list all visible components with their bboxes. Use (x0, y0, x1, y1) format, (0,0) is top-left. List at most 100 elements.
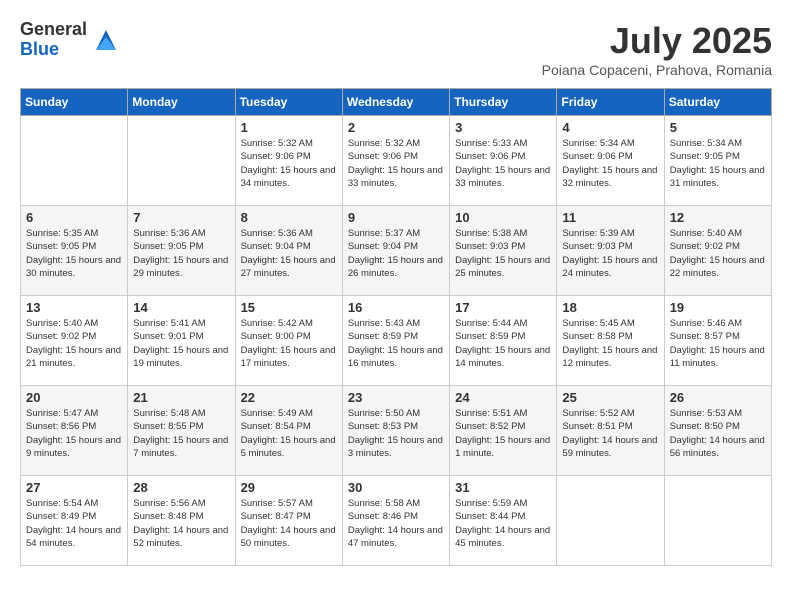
day-number: 16 (348, 300, 444, 315)
day-number: 17 (455, 300, 551, 315)
calendar-cell: 27 Sunrise: 5:54 AM Sunset: 8:49 PM Dayli… (21, 476, 128, 566)
day-number: 15 (241, 300, 337, 315)
calendar-cell (664, 476, 771, 566)
title-block: July 2025 Poiana Copaceni, Prahova, Roma… (542, 20, 772, 78)
calendar-cell: 19Sunrise: 5:46 AM Sunset: 8:57 PM Dayli… (664, 296, 771, 386)
day-number: 19 (670, 300, 766, 315)
calendar-cell: 14Sunrise: 5:41 AM Sunset: 9:01 PM Dayli… (128, 296, 235, 386)
header-day: Sunday (21, 89, 128, 116)
day-number: 29 (241, 480, 337, 495)
day-number: 21 (133, 390, 229, 405)
header-day: Friday (557, 89, 664, 116)
calendar-cell: 11 Sunrise: 5:39 AM Sunset: 9:03 PM Dayli… (557, 206, 664, 296)
day-info: Sunrise: 5:50 AM Sunset: 8:53 PM Dayligh… (348, 407, 444, 460)
day-number: 10 (455, 210, 551, 225)
day-number: 2 (348, 120, 444, 135)
day-info: Sunrise: 5:53 AM Sunset: 8:50 PM Dayligh… (670, 407, 766, 460)
location: Poiana Copaceni, Prahova, Romania (542, 62, 772, 78)
header-day: Monday (128, 89, 235, 116)
day-info: Sunrise: 5:44 AM Sunset: 8:59 PM Dayligh… (455, 317, 551, 370)
calendar-cell: 30Sunrise: 5:58 AM Sunset: 8:46 PM Dayli… (342, 476, 449, 566)
day-number: 23 (348, 390, 444, 405)
day-number: 13 (26, 300, 122, 315)
calendar-cell: 7Sunrise: 5:36 AM Sunset: 9:05 PM Daylig… (128, 206, 235, 296)
calendar-cell: 1 Sunrise: 5:32 AM Sunset: 9:06 PM Daylig… (235, 116, 342, 206)
calendar-cell: 24 Sunrise: 5:51 AM Sunset: 8:52 PM Dayli… (450, 386, 557, 476)
logo: General Blue (20, 20, 121, 60)
day-number: 27 (26, 480, 122, 495)
day-number: 9 (348, 210, 444, 225)
calendar-table: SundayMondayTuesdayWednesdayThursdayFrid… (20, 88, 772, 566)
day-number: 24 (455, 390, 551, 405)
calendar-cell: 20 Sunrise: 5:47 AM Sunset: 8:56 PM Dayli… (21, 386, 128, 476)
day-info: Sunrise: 5:37 AM Sunset: 9:04 PM Dayligh… (348, 227, 444, 280)
day-info: Sunrise: 5:49 AM Sunset: 8:54 PM Dayligh… (241, 407, 337, 460)
day-info: Sunrise: 5:34 AM Sunset: 9:06 PM Dayligh… (562, 137, 658, 190)
calendar-week-row: 6Sunrise: 5:35 AM Sunset: 9:05 PM Daylig… (21, 206, 772, 296)
day-info: Sunrise: 5:48 AM Sunset: 8:55 PM Dayligh… (133, 407, 229, 460)
day-info: Sunrise: 5:45 AM Sunset: 8:58 PM Dayligh… (562, 317, 658, 370)
calendar-week-row: 1 Sunrise: 5:32 AM Sunset: 9:06 PM Daylig… (21, 116, 772, 206)
calendar-cell: 3Sunrise: 5:33 AM Sunset: 9:06 PM Daylig… (450, 116, 557, 206)
day-number: 26 (670, 390, 766, 405)
calendar-week-row: 20 Sunrise: 5:47 AM Sunset: 8:56 PM Dayli… (21, 386, 772, 476)
day-info: Sunrise: 5:52 AM Sunset: 8:51 PM Dayligh… (562, 407, 658, 460)
calendar-cell: 12 Sunrise: 5:40 AM Sunset: 9:02 PM Dayli… (664, 206, 771, 296)
calendar-cell: 16 Sunrise: 5:43 AM Sunset: 8:59 PM Dayli… (342, 296, 449, 386)
day-info: Sunrise: 5:32 AM Sunset: 9:06 PM Dayligh… (241, 137, 337, 190)
calendar-cell (21, 116, 128, 206)
day-number: 18 (562, 300, 658, 315)
day-number: 3 (455, 120, 551, 135)
day-info: Sunrise: 5:36 AM Sunset: 9:04 PM Dayligh… (241, 227, 337, 280)
header-day: Tuesday (235, 89, 342, 116)
day-number: 4 (562, 120, 658, 135)
header-row: SundayMondayTuesdayWednesdayThursdayFrid… (21, 89, 772, 116)
day-number: 25 (562, 390, 658, 405)
day-info: Sunrise: 5:59 AM Sunset: 8:44 PM Dayligh… (455, 497, 551, 550)
day-info: Sunrise: 5:57 AM Sunset: 8:47 PM Dayligh… (241, 497, 337, 550)
day-info: Sunrise: 5:40 AM Sunset: 9:02 PM Dayligh… (670, 227, 766, 280)
day-info: Sunrise: 5:32 AM Sunset: 9:06 PM Dayligh… (348, 137, 444, 190)
logo-general-text: General (20, 20, 87, 40)
day-number: 20 (26, 390, 122, 405)
day-info: Sunrise: 5:34 AM Sunset: 9:05 PM Dayligh… (670, 137, 766, 190)
logo-blue-text: Blue (20, 40, 87, 60)
day-info: Sunrise: 5:39 AM Sunset: 9:03 PM Dayligh… (562, 227, 658, 280)
day-info: Sunrise: 5:58 AM Sunset: 8:46 PM Dayligh… (348, 497, 444, 550)
calendar-cell: 17 Sunrise: 5:44 AM Sunset: 8:59 PM Dayli… (450, 296, 557, 386)
day-number: 5 (670, 120, 766, 135)
header-day: Thursday (450, 89, 557, 116)
calendar-cell: 5 Sunrise: 5:34 AM Sunset: 9:05 PM Daylig… (664, 116, 771, 206)
day-number: 11 (562, 210, 658, 225)
header-day: Saturday (664, 89, 771, 116)
calendar-cell: 8Sunrise: 5:36 AM Sunset: 9:04 PM Daylig… (235, 206, 342, 296)
calendar-cell: 10 Sunrise: 5:38 AM Sunset: 9:03 PM Dayli… (450, 206, 557, 296)
logo-icon (91, 25, 121, 55)
day-info: Sunrise: 5:38 AM Sunset: 9:03 PM Dayligh… (455, 227, 551, 280)
calendar-cell: 9 Sunrise: 5:37 AM Sunset: 9:04 PM Daylig… (342, 206, 449, 296)
day-info: Sunrise: 5:47 AM Sunset: 8:56 PM Dayligh… (26, 407, 122, 460)
day-number: 28 (133, 480, 229, 495)
day-info: Sunrise: 5:54 AM Sunset: 8:49 PM Dayligh… (26, 497, 122, 550)
day-number: 12 (670, 210, 766, 225)
calendar-cell: 2 Sunrise: 5:32 AM Sunset: 9:06 PM Daylig… (342, 116, 449, 206)
calendar-cell: 18 Sunrise: 5:45 AM Sunset: 8:58 PM Dayli… (557, 296, 664, 386)
calendar-cell: 23 Sunrise: 5:50 AM Sunset: 8:53 PM Dayli… (342, 386, 449, 476)
day-number: 31 (455, 480, 551, 495)
day-info: Sunrise: 5:51 AM Sunset: 8:52 PM Dayligh… (455, 407, 551, 460)
calendar-cell: 21 Sunrise: 5:48 AM Sunset: 8:55 PM Dayli… (128, 386, 235, 476)
calendar-cell (128, 116, 235, 206)
header-day: Wednesday (342, 89, 449, 116)
day-number: 1 (241, 120, 337, 135)
day-info: Sunrise: 5:40 AM Sunset: 9:02 PM Dayligh… (26, 317, 122, 370)
calendar-cell: 6Sunrise: 5:35 AM Sunset: 9:05 PM Daylig… (21, 206, 128, 296)
calendar-cell: 26 Sunrise: 5:53 AM Sunset: 8:50 PM Dayli… (664, 386, 771, 476)
calendar-cell: 15Sunrise: 5:42 AM Sunset: 9:00 PM Dayli… (235, 296, 342, 386)
day-info: Sunrise: 5:43 AM Sunset: 8:59 PM Dayligh… (348, 317, 444, 370)
calendar-cell: 13 Sunrise: 5:40 AM Sunset: 9:02 PM Dayli… (21, 296, 128, 386)
month-title: July 2025 (542, 20, 772, 62)
calendar-cell: 29 Sunrise: 5:57 AM Sunset: 8:47 PM Dayli… (235, 476, 342, 566)
calendar-cell: 4 Sunrise: 5:34 AM Sunset: 9:06 PM Daylig… (557, 116, 664, 206)
day-info: Sunrise: 5:56 AM Sunset: 8:48 PM Dayligh… (133, 497, 229, 550)
calendar-cell: 22Sunrise: 5:49 AM Sunset: 8:54 PM Dayli… (235, 386, 342, 476)
